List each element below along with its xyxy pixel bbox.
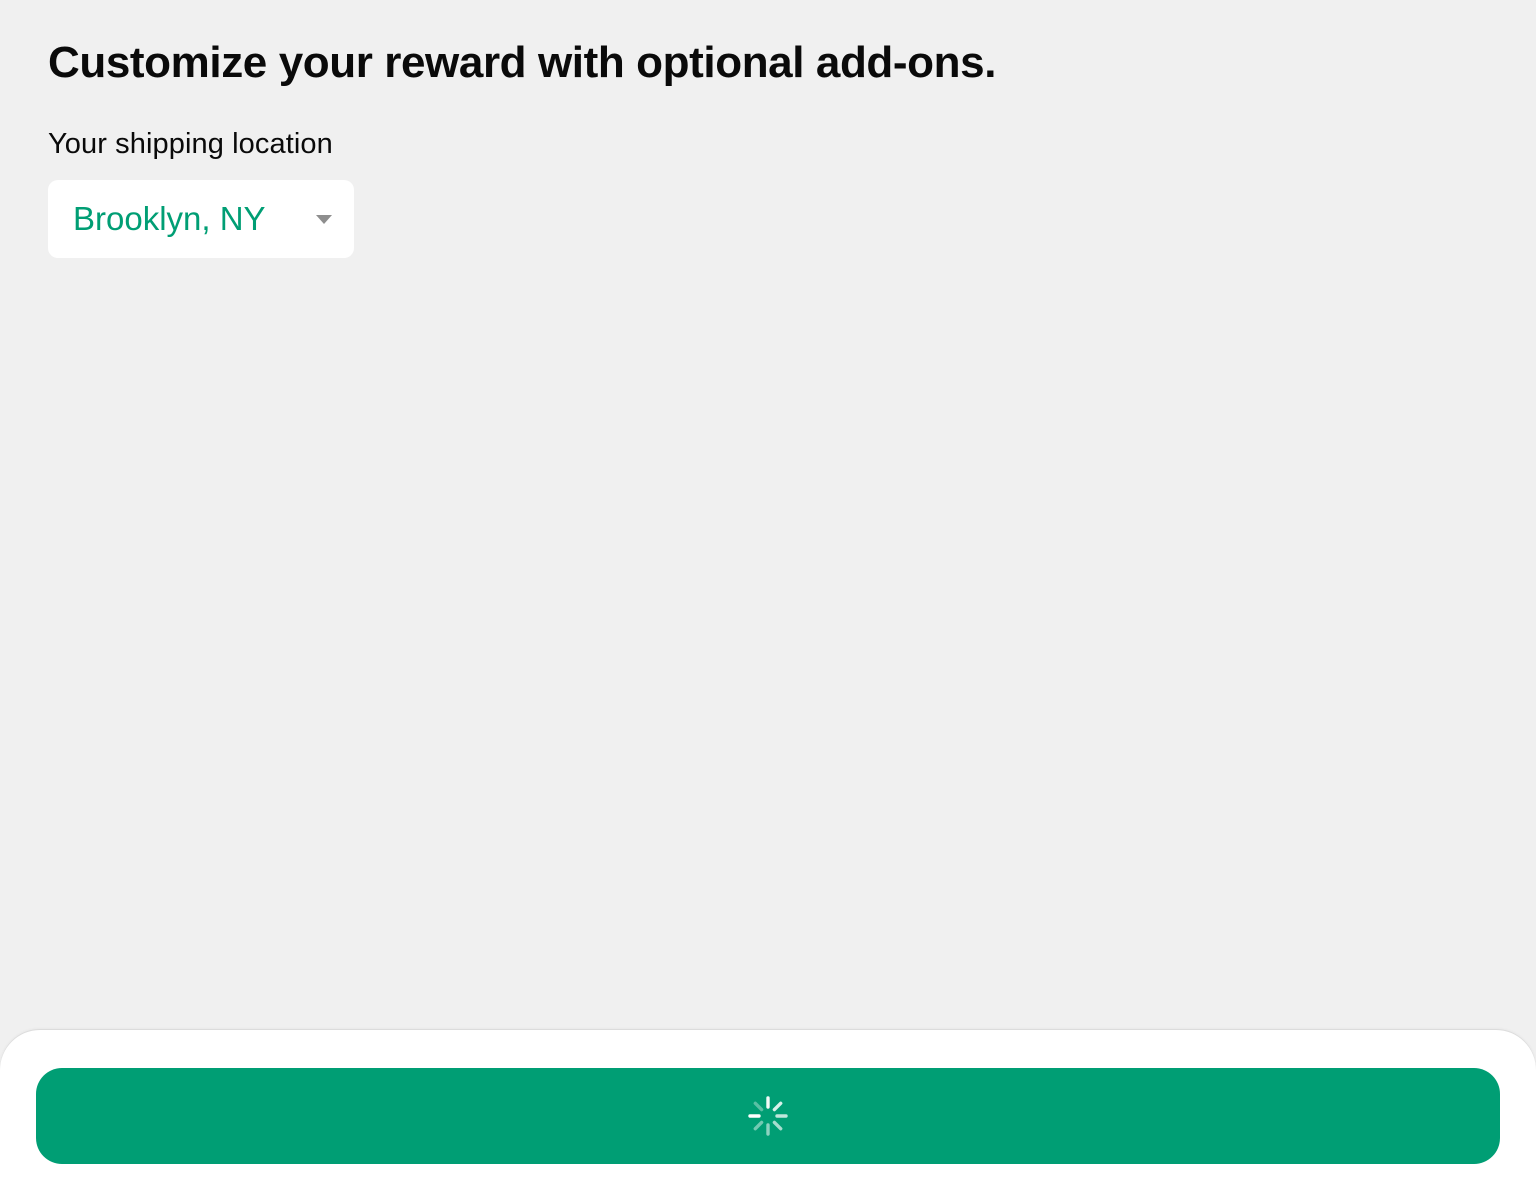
shipping-location-select[interactable]: Brooklyn, NY (48, 180, 354, 258)
page-title: Customize your reward with optional add-… (48, 38, 997, 87)
continue-button[interactable] (36, 1068, 1500, 1164)
chevron-down-icon (316, 214, 332, 224)
loading-spinner-icon (748, 1096, 788, 1136)
shipping-location-label: Your shipping location (48, 128, 333, 160)
page: Customize your reward with optional add-… (0, 0, 1536, 1200)
selected-location-value: Brooklyn, NY (73, 200, 266, 237)
bottom-action-bar (0, 1030, 1536, 1200)
main-content: Customize your reward with optional add-… (48, 36, 1488, 258)
